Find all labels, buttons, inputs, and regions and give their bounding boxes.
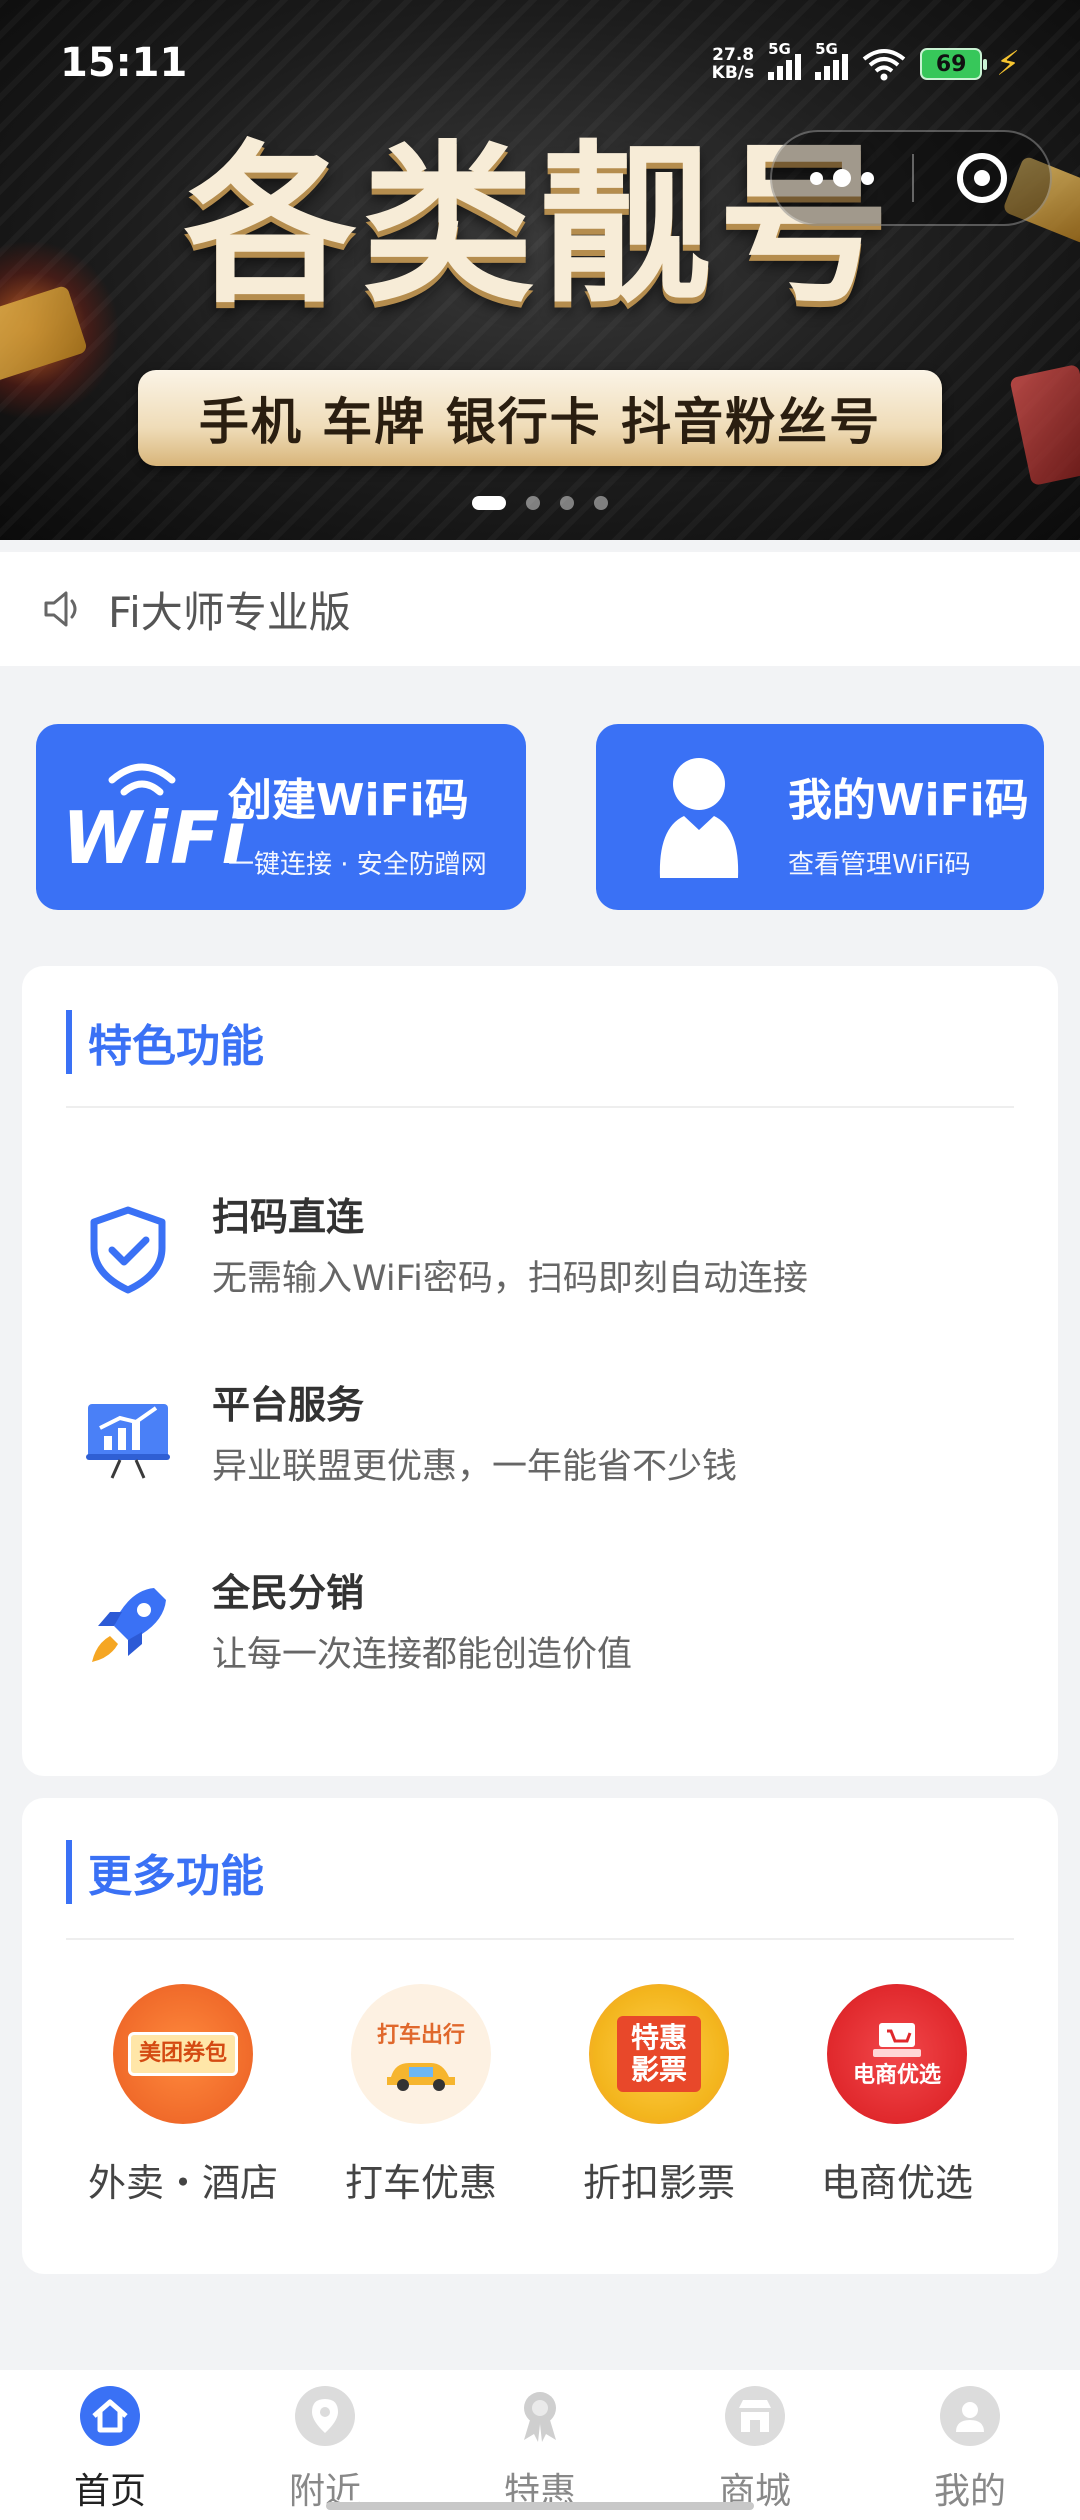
network-speed: 27.8 KB/s <box>712 46 754 82</box>
status-icons: 27.8 KB/s 5G 5G 69 ⚡ <box>712 40 1020 84</box>
icon-caption: 美团券包 <box>127 2032 238 2076</box>
taxi-car-icon: 打车出行 <box>351 1984 491 2124</box>
wifi-signal-icon <box>862 49 906 81</box>
carousel-dot-active <box>472 496 506 510</box>
rocket-icon <box>92 1588 166 1662</box>
target-close-icon <box>957 153 1007 203</box>
divider <box>66 1106 1014 1108</box>
feature-name: 扫码直连 <box>212 1195 365 1239</box>
feature-desc: 异业联盟更优惠，一年能省不少钱 <box>212 1447 738 1487</box>
carousel-dot <box>560 496 574 510</box>
feature-desc: 让每一次连接都能创造价值 <box>212 1635 633 1675</box>
home-icon <box>80 2386 140 2446</box>
carousel-dot <box>594 496 608 510</box>
more-item-label: 电商优选 <box>820 2161 973 2205</box>
more-options-button[interactable] <box>772 169 912 187</box>
tab-profile[interactable]: 我的 <box>900 2370 1040 2520</box>
create-wifi-text: 创建WiFi码 一键连接 · 安全防蹭网 <box>228 764 487 881</box>
more-features-title: 更多功能 <box>66 1840 264 1904</box>
tab-label: 首页 <box>73 2471 146 2512</box>
my-wifi-code-button[interactable]: 我的WiFi码 查看管理WiFi码 <box>596 724 1044 910</box>
cart-icon <box>873 2023 921 2058</box>
feature-name: 全民分销 <box>212 1571 365 1615</box>
location-pin-icon <box>295 2386 355 2446</box>
banner-subtitle: 手机 车牌 银行卡 抖音粉丝号 <box>138 370 942 466</box>
user-icon <box>940 2386 1000 2446</box>
sim1-label: 5G <box>768 40 791 58</box>
car-icon <box>387 2062 455 2091</box>
icon-caption: 打车出行 <box>376 2023 465 2049</box>
award-ribbon-icon <box>510 2386 570 2446</box>
miniprogram-capsule <box>770 130 1052 226</box>
sim2-label: 5G <box>815 40 838 58</box>
icon-caption: 电商优选 <box>852 2063 941 2089</box>
create-wifi-subtitle: 一键连接 · 安全防蹭网 <box>228 850 487 880</box>
status-time: 15:11 <box>60 40 188 86</box>
features-title: 特色功能 <box>66 1010 264 1074</box>
wifi-logo-text: WiFi <box>62 796 248 880</box>
more-features-card: 更多功能 美团券包 外卖・酒店 打车出行 打车优惠 特惠影票 折扣影票 电商优选… <box>22 1798 1058 2274</box>
create-wifi-title: 创建WiFi码 <box>228 775 469 826</box>
my-wifi-text: 我的WiFi码 查看管理WiFi码 <box>788 764 1029 881</box>
carousel-dot <box>526 496 540 510</box>
icon-caption: 特惠影票 <box>617 2015 701 2093</box>
tab-nearby[interactable]: 附近 <box>255 2370 395 2520</box>
store-icon <box>725 2386 785 2446</box>
carousel-indicator <box>0 496 1080 510</box>
shopping-cart-icon: 电商优选 <box>827 1984 967 2124</box>
cell-signal-icon: 5G <box>815 40 849 80</box>
feature-item-scan-connect[interactable]: 扫码直连 无需输入WiFi密码，扫码即刻自动连接 <box>62 1186 1002 1306</box>
feature-item-platform-service[interactable]: 平台服务 异业联盟更优惠，一年能省不少钱 <box>62 1374 1002 1494</box>
growth-board-icon <box>86 1404 170 1479</box>
tab-mall[interactable]: 商城 <box>685 2370 825 2520</box>
notice-text: Fi大师专业版 <box>108 587 351 637</box>
features-card: 特色功能 扫码直连 无需输入WiFi密码，扫码即刻自动连接 平台服务 异业联盟更… <box>22 966 1058 1776</box>
more-item-label: 外卖・酒店 <box>87 2161 278 2205</box>
network-speed-value: 27.8 <box>712 45 755 65</box>
network-speed-unit: KB/s <box>711 63 755 83</box>
home-indicator[interactable] <box>326 2502 754 2510</box>
promo-banner[interactable]: 各类靓号 手机 车牌 银行卡 抖音粉丝号 15:11 27.8 KB/s 5G … <box>0 0 1080 540</box>
feature-item-distribution[interactable]: 全民分销 让每一次连接都能创造价值 <box>62 1562 1002 1682</box>
more-item-label: 折扣影票 <box>582 2161 735 2205</box>
tab-home[interactable]: 首页 <box>40 2370 180 2520</box>
wifi-logo-icon: WiFi <box>62 760 246 880</box>
close-miniprogram-button[interactable] <box>914 153 1050 203</box>
my-wifi-subtitle: 查看管理WiFi码 <box>788 850 971 880</box>
movie-ticket-icon: 特惠影票 <box>589 1984 729 2124</box>
shield-check-icon <box>90 1206 166 1294</box>
bottom-tab-bar: 首页 附近 特惠 商城 我的 <box>0 2370 1080 2520</box>
feature-desc: 无需输入WiFi密码，扫码即刻自动连接 <box>212 1259 808 1299</box>
coupon-bag-icon: 美团券包 <box>113 1984 253 2124</box>
user-silhouette-icon <box>659 758 739 878</box>
more-item-ecommerce[interactable]: 电商优选 电商优选 <box>777 1984 1017 2214</box>
battery-icon: 69 <box>920 48 988 80</box>
more-item-movie-tickets[interactable]: 特惠影票 折扣影票 <box>539 1984 779 2214</box>
tab-deals[interactable]: 特惠 <box>470 2370 610 2520</box>
speaker-icon <box>44 591 77 627</box>
cell-signal-icon: 5G <box>768 40 802 80</box>
more-item-taxi-discount[interactable]: 打车出行 打车优惠 <box>301 1984 541 2214</box>
feature-name: 平台服务 <box>212 1383 365 1427</box>
create-wifi-code-button[interactable]: WiFi 创建WiFi码 一键连接 · 安全防蹭网 <box>36 724 526 910</box>
charging-bolt-icon: ⚡ <box>996 44 1020 84</box>
divider <box>66 1938 1014 1940</box>
more-item-takeout-hotel[interactable]: 美团券包 外卖・酒店 <box>63 1984 303 2214</box>
tab-label: 我的 <box>933 2471 1006 2512</box>
notice-bar[interactable]: Fi大师专业版 <box>0 552 1080 666</box>
my-wifi-title: 我的WiFi码 <box>788 775 1029 826</box>
more-item-label: 打车优惠 <box>344 2161 497 2205</box>
